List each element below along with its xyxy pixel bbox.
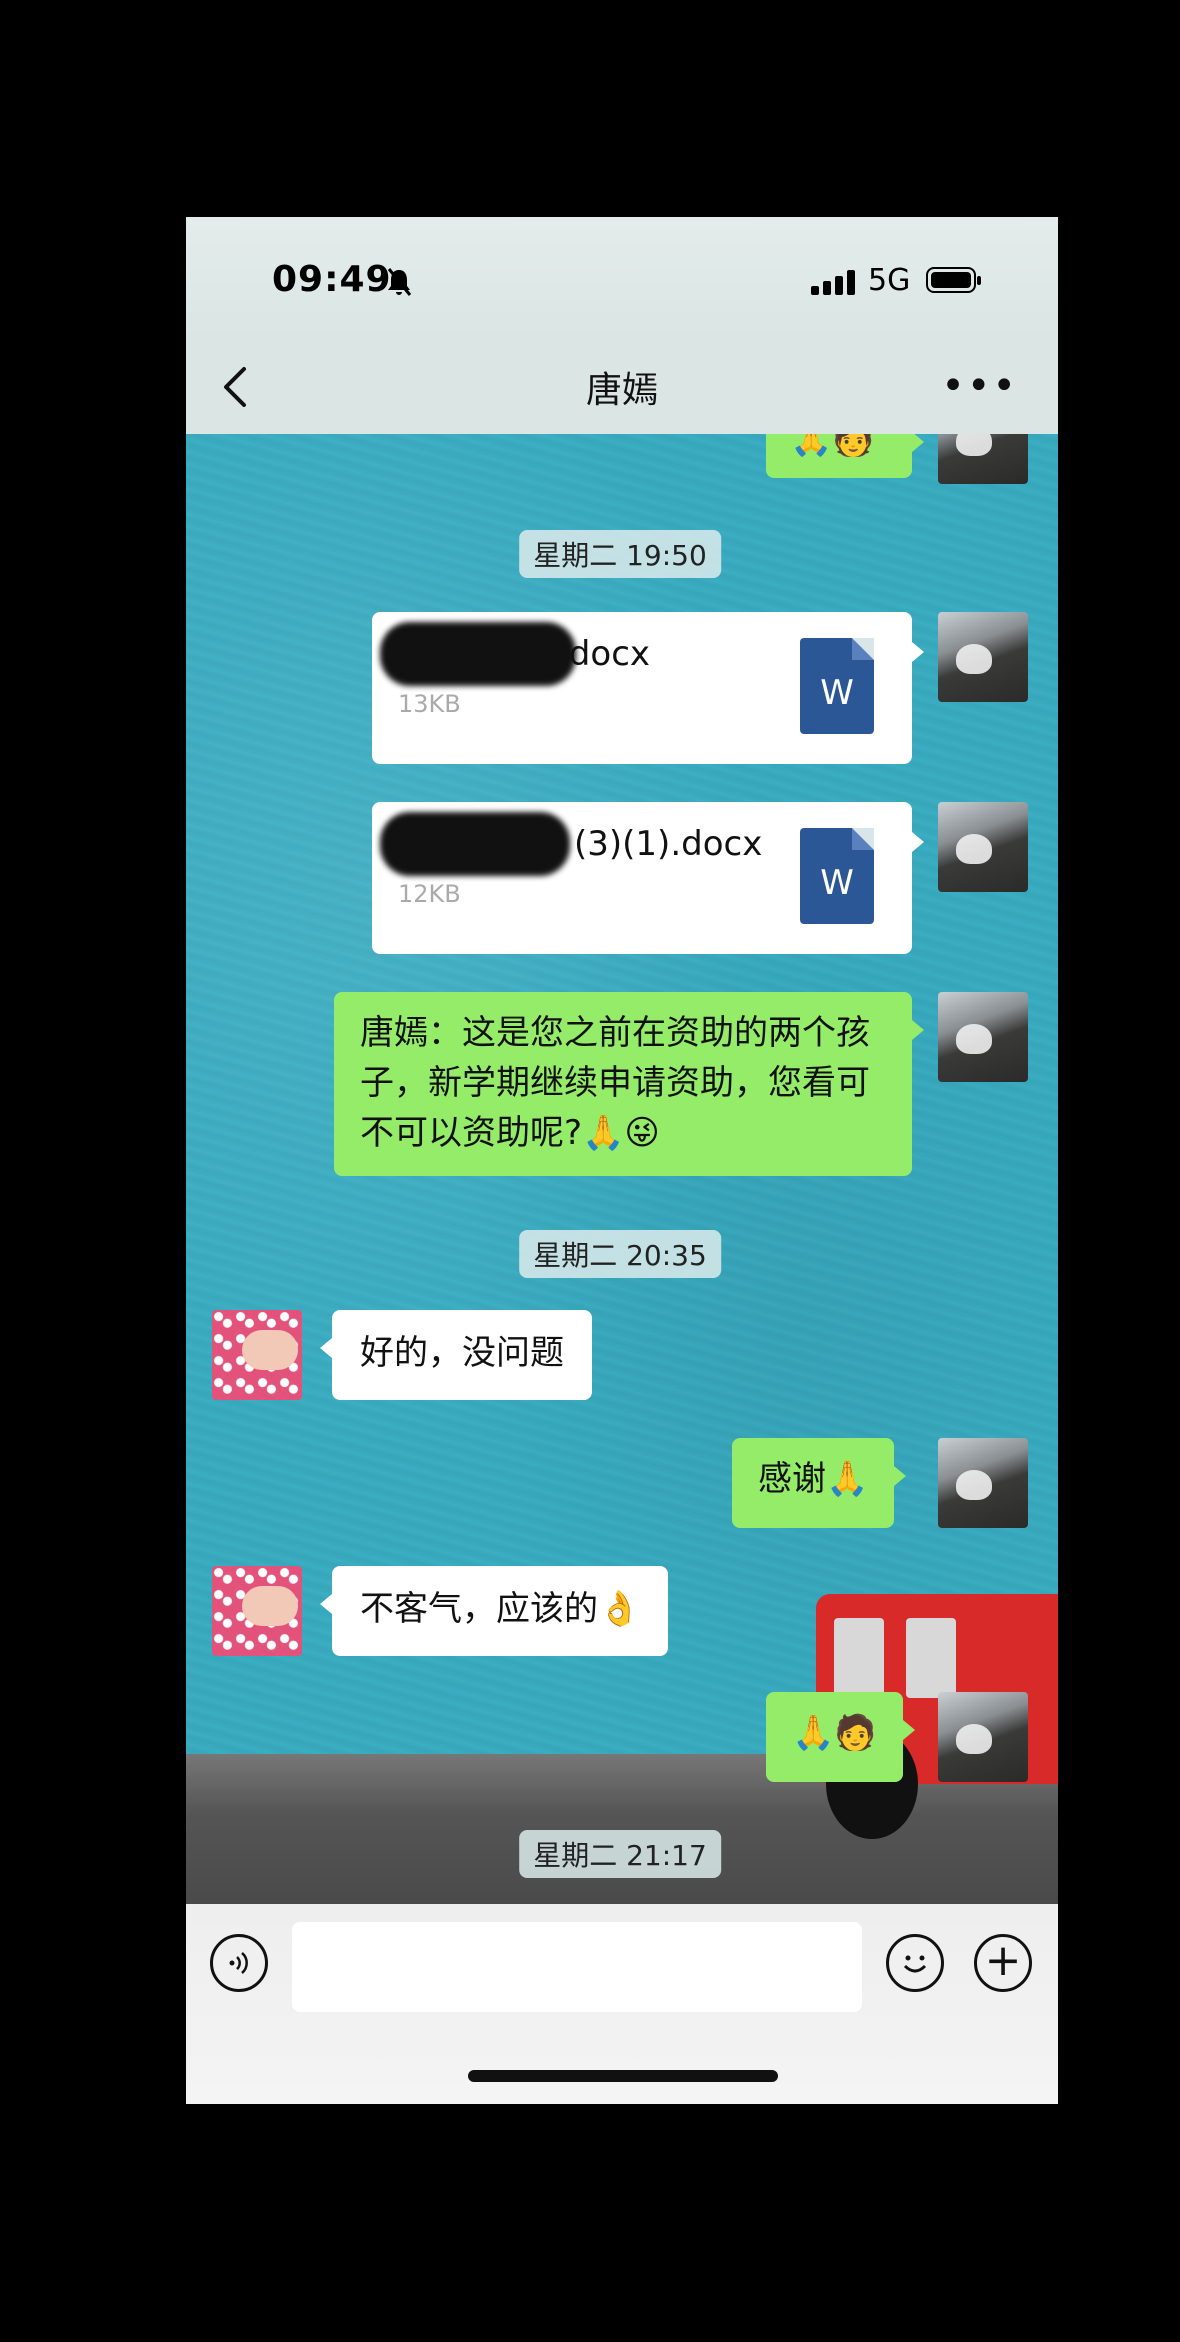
message-text: 感谢🙏	[758, 1459, 869, 1499]
file-message[interactable]: .docx 13KB W	[372, 612, 924, 764]
my-avatar[interactable]	[938, 1438, 1028, 1528]
voice-input-icon[interactable]	[210, 1934, 268, 1992]
input-toolbar: +	[186, 1904, 1058, 2104]
message-bubble-incoming[interactable]: 不客气，应该的👌	[319, 1566, 669, 1656]
my-avatar[interactable]	[938, 802, 1028, 892]
timestamp: 星期二 19:50	[519, 530, 721, 578]
network-type: 5G	[868, 263, 911, 298]
message-text: 好的，没问题	[360, 1333, 564, 1373]
message-text: 唐嫣：这是您之前在资助的两个孩子，新学期继续申请资助，您看可不可以资助呢?🙏😜	[360, 1013, 870, 1153]
mute-bell-icon	[386, 267, 412, 304]
message-text: 🙏🧑	[792, 1713, 877, 1753]
phone-screen: 09:49 5G 唐嫣 ••• 🙏🧑 星期二 19:50 .docx 13KB …	[186, 217, 1058, 2104]
emoji-icon[interactable]	[886, 1934, 944, 1992]
timestamp: 星期二 20:35	[519, 1230, 721, 1278]
signal-icon	[811, 269, 861, 295]
home-indicator[interactable]	[468, 2070, 778, 2082]
my-avatar[interactable]	[938, 612, 1028, 702]
message-text: 🙏🧑	[790, 434, 875, 459]
plus-icon[interactable]: +	[974, 1934, 1032, 1992]
my-avatar[interactable]	[938, 992, 1028, 1082]
more-options-icon[interactable]: •••	[941, 366, 1018, 406]
message-bubble-outgoing[interactable]: 感谢🙏	[732, 1438, 907, 1528]
word-doc-icon: W	[800, 828, 874, 924]
message-text: 不客气，应该的👌	[360, 1589, 641, 1629]
contact-avatar[interactable]	[212, 1310, 302, 1400]
message-bubble-outgoing[interactable]: 🙏🧑	[766, 434, 924, 478]
message-bubble-outgoing[interactable]: 🙏🧑	[766, 1692, 915, 1782]
message-bubble-incoming[interactable]: 好的，没问题	[320, 1310, 592, 1400]
file-size: 13KB	[398, 690, 461, 718]
redaction-mark	[380, 812, 570, 876]
file-message[interactable]: (3)(1).docx 12KB W	[372, 802, 924, 954]
message-input[interactable]	[292, 1922, 862, 2012]
redaction-mark	[380, 622, 576, 686]
chat-area[interactable]: 🙏🧑 星期二 19:50 .docx 13KB W (3)(1).docx 12…	[186, 434, 1058, 1904]
chat-title: 唐嫣	[585, 370, 658, 411]
status-bar: 09:49 5G	[186, 217, 1058, 337]
my-avatar[interactable]	[938, 434, 1028, 484]
contact-avatar[interactable]	[212, 1566, 302, 1656]
file-size: 12KB	[398, 880, 461, 908]
my-avatar[interactable]	[938, 1692, 1028, 1782]
chat-header: 唐嫣 •••	[186, 337, 1058, 434]
message-bubble-outgoing[interactable]: 唐嫣：这是您之前在资助的两个孩子，新学期继续申请资助，您看可不可以资助呢?🙏😜	[334, 992, 924, 1176]
status-time: 09:49	[272, 259, 392, 300]
battery-icon	[926, 267, 981, 293]
word-doc-icon: W	[800, 638, 874, 734]
timestamp: 星期二 21:17	[519, 1830, 721, 1878]
